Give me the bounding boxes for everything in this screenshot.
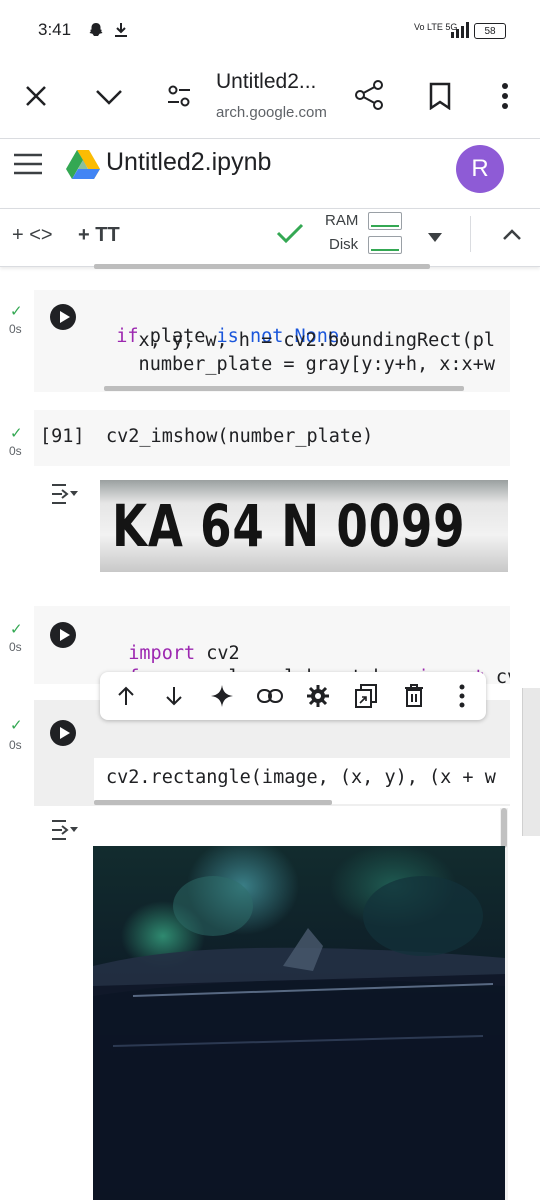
output-toggle-icon[interactable] xyxy=(50,818,80,842)
code-line: number_plate = gray[y:y+h, x:x+w xyxy=(94,354,495,375)
run-cell-button[interactable] xyxy=(50,304,76,330)
code-line: cv2.rectangle(image, (x, y), (x + w xyxy=(106,767,496,788)
cell-status-check-icon: ✓ xyxy=(10,717,23,734)
vertical-scrollbar[interactable] xyxy=(522,688,540,836)
status-time: 3:41 xyxy=(38,20,72,39)
run-cell-button[interactable] xyxy=(50,622,76,648)
signal-icon xyxy=(451,22,471,43)
mirror-cell-icon[interactable] xyxy=(352,682,380,710)
arrow-up-icon[interactable] xyxy=(112,682,140,710)
output-toggle-icon[interactable] xyxy=(50,482,80,506)
tab-title: Untitled2... xyxy=(216,70,317,93)
google-drive-icon xyxy=(66,149,100,179)
cell-status-check-icon: ✓ xyxy=(10,621,23,638)
cell-exec-time: 0s xyxy=(9,444,22,458)
cell-exec-time: 0s xyxy=(9,322,22,336)
number-plate-output-image: KA 64 N 0099 xyxy=(100,480,508,572)
avatar[interactable]: R xyxy=(456,145,504,193)
horizontal-scrollbar[interactable] xyxy=(104,386,464,391)
more-vert-icon[interactable] xyxy=(448,682,476,710)
close-tab-button[interactable] xyxy=(24,84,48,108)
delete-icon[interactable] xyxy=(400,682,428,710)
disk-meter[interactable] xyxy=(368,236,402,254)
chevron-down-icon[interactable] xyxy=(94,88,124,106)
cell-status-check-icon: ✓ xyxy=(10,303,23,320)
toolbar-divider xyxy=(470,216,471,252)
exec-count: [91] xyxy=(40,426,85,447)
plate-text: KA 64 N 0099 xyxy=(112,492,466,560)
sparkle-icon[interactable] xyxy=(208,682,236,710)
ram-meter[interactable] xyxy=(368,212,402,230)
battery-level: 58 xyxy=(484,25,496,37)
site-settings-icon[interactable] xyxy=(166,83,192,109)
cell-toolbar xyxy=(100,672,486,720)
cell-status-check-icon: ✓ xyxy=(10,425,23,442)
add-code-button[interactable]: + <> xyxy=(12,224,53,247)
car-output-image xyxy=(93,846,505,1200)
url-text[interactable]: arch.google.com xyxy=(216,104,327,121)
browser-top-bar xyxy=(0,56,540,139)
link-icon[interactable] xyxy=(256,682,284,710)
ram-label: RAM xyxy=(325,212,359,229)
cell-exec-time: 0s xyxy=(9,640,22,654)
arrow-down-icon[interactable] xyxy=(160,682,188,710)
more-vert-icon[interactable] xyxy=(500,82,510,110)
runtime-dropdown-icon[interactable] xyxy=(428,230,442,242)
connected-check-icon xyxy=(276,222,304,244)
gear-icon[interactable] xyxy=(304,682,332,710)
hamburger-menu-icon[interactable] xyxy=(14,153,42,175)
run-cell-button[interactable] xyxy=(50,720,76,746)
bookmark-icon[interactable] xyxy=(428,82,452,111)
code-token: cv xyxy=(495,667,510,688)
disk-label: Disk xyxy=(329,236,359,253)
code-line: x, y, w, h = cv2.boundingRect(pl xyxy=(94,330,495,351)
horizontal-scrollbar[interactable] xyxy=(94,264,430,269)
code-line: cv2_imshow(number_plate) xyxy=(106,426,374,447)
add-text-button[interactable]: + TT xyxy=(78,224,120,247)
download-icon xyxy=(114,22,128,38)
notebook-title[interactable]: Untitled2.ipynb xyxy=(106,148,271,177)
share-icon[interactable] xyxy=(354,80,384,110)
battery-icon: 58 xyxy=(474,23,506,39)
snapchat-icon xyxy=(88,22,104,38)
horizontal-scrollbar[interactable] xyxy=(94,800,332,805)
cell-exec-time: 0s xyxy=(9,738,22,752)
collapse-chevron-icon[interactable] xyxy=(502,228,522,240)
